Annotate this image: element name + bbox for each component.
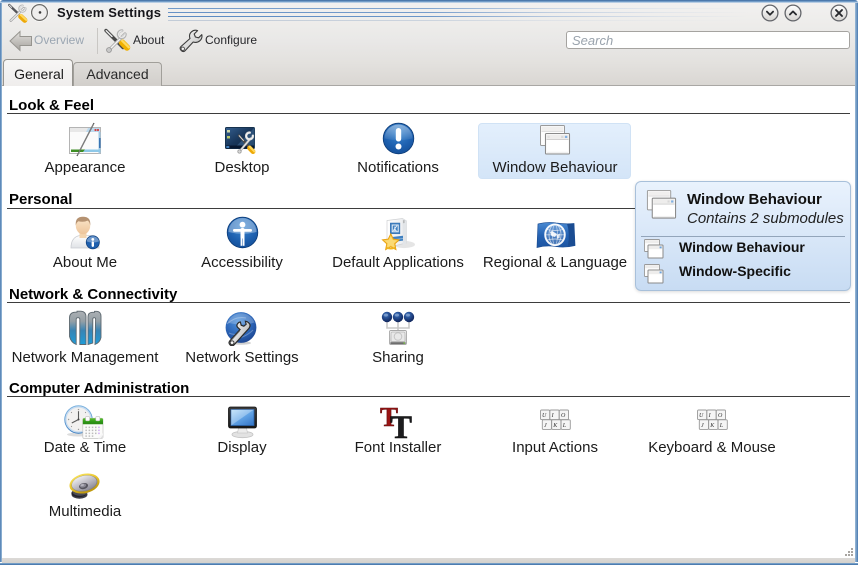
svg-text:T: T [390, 410, 412, 441]
svg-text:O: O [561, 413, 566, 419]
svg-text:J: J [701, 423, 704, 429]
svg-text:L: L [719, 423, 724, 429]
svg-text:O: O [718, 413, 723, 419]
svg-text:J: J [544, 423, 547, 429]
svg-text:U: U [699, 413, 704, 419]
svg-text:L: L [562, 423, 567, 429]
svg-text:U: U [542, 413, 547, 419]
